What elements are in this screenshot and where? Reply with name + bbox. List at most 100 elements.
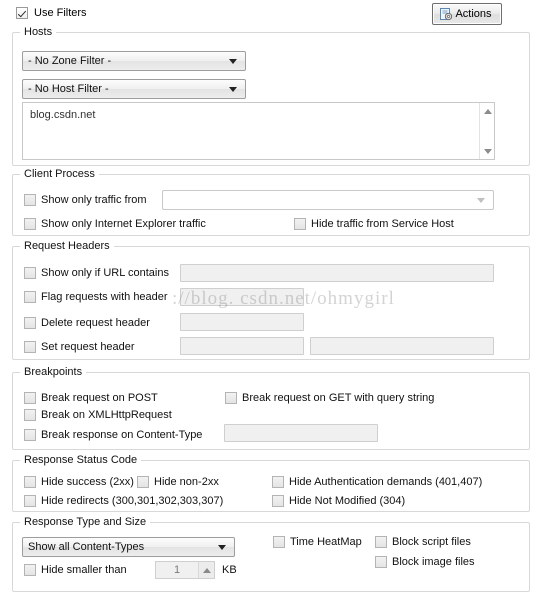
hide-authentication-demands-checkbox[interactable]: Hide Authentication demands (401,407) bbox=[272, 476, 482, 488]
chevron-down-icon bbox=[477, 197, 485, 203]
flag-requests-with-header-checkbox[interactable]: Flag requests with header bbox=[24, 291, 168, 303]
checkbox-box-break-xhr[interactable] bbox=[24, 409, 36, 421]
checkbox-box-break-content-type[interactable] bbox=[24, 429, 36, 441]
zone-filter-value: - No Zone Filter - bbox=[28, 55, 112, 67]
chevron-down-icon bbox=[229, 58, 237, 64]
client-process-group-caption: Client Process bbox=[20, 168, 99, 180]
spinner-buttons[interactable] bbox=[198, 562, 214, 578]
hide-smaller-label: Hide smaller than bbox=[41, 564, 127, 576]
scrollbar-down-icon[interactable] bbox=[480, 144, 495, 158]
break-response-on-content-type-checkbox[interactable]: Break response on Content-Type bbox=[24, 429, 202, 441]
document-gear-icon bbox=[440, 7, 453, 21]
hide-smaller-value: 1 bbox=[173, 564, 181, 576]
hide-smaller-unit-label: KB bbox=[222, 564, 237, 576]
checkbox-box-hide-success[interactable] bbox=[24, 476, 36, 488]
hide-redirects-checkbox[interactable]: Hide redirects (300,301,302,303,307) bbox=[24, 495, 223, 507]
content-types-combo[interactable]: Show all Content-Types bbox=[22, 537, 235, 557]
hide-service-host-checkbox[interactable]: Hide traffic from Service Host bbox=[294, 218, 454, 230]
hide-non2xx-label: Hide non-2xx bbox=[154, 476, 219, 488]
set-header-label: Set request header bbox=[41, 341, 135, 353]
host-list-scrollbar[interactable] bbox=[479, 103, 494, 159]
hide-not-modified-checkbox[interactable]: Hide Not Modified (304) bbox=[272, 495, 405, 507]
hide-redirects-label: Hide redirects (300,301,302,303,307) bbox=[41, 495, 224, 507]
checkbox-box-break-get[interactable] bbox=[225, 392, 237, 404]
client-process-combo[interactable] bbox=[162, 190, 494, 210]
delete-header-input[interactable] bbox=[180, 313, 304, 331]
checkbox-box-hide-auth[interactable] bbox=[272, 476, 284, 488]
block-script-label: Block script files bbox=[392, 536, 471, 548]
hide-service-host-label: Hide traffic from Service Host bbox=[311, 218, 454, 230]
host-list-textbox[interactable]: blog.csdn.net bbox=[22, 102, 495, 160]
hide-smaller-spinner[interactable]: 1 bbox=[155, 561, 215, 579]
host-filter-combo[interactable]: - No Host Filter - bbox=[22, 79, 246, 99]
hosts-group-caption: Hosts bbox=[20, 26, 57, 38]
use-filters-label: Use Filters bbox=[34, 7, 87, 19]
response-status-group-caption: Response Status Code bbox=[20, 454, 142, 466]
break-content-type-input[interactable] bbox=[224, 424, 378, 442]
checkbox-box-flag-requests[interactable] bbox=[24, 291, 36, 303]
set-header-name-input[interactable] bbox=[180, 337, 304, 355]
scrollbar-up-icon[interactable] bbox=[480, 104, 495, 118]
content-types-value: Show all Content-Types bbox=[28, 541, 145, 553]
filters-panel: Use Filters Actions Hosts - No Zone Filt… bbox=[0, 0, 542, 592]
hide-success-checkbox[interactable]: Hide success (2xx) bbox=[24, 476, 134, 488]
show-only-if-url-contains-checkbox[interactable]: Show only if URL contains bbox=[24, 267, 169, 279]
break-xhr-label: Break on XMLHttpRequest bbox=[41, 409, 172, 421]
host-list-value: blog.csdn.net bbox=[30, 109, 96, 121]
hide-not-modified-label: Hide Not Modified (304) bbox=[289, 495, 406, 507]
show-only-url-input[interactable] bbox=[180, 264, 494, 282]
checkbox-box-hide-non2xx[interactable] bbox=[137, 476, 149, 488]
use-filters-checkbox[interactable]: Use Filters bbox=[16, 7, 87, 19]
checkbox-box-delete-header[interactable] bbox=[24, 317, 36, 329]
zone-filter-combo[interactable]: - No Zone Filter - bbox=[22, 51, 246, 71]
checkbox-box-set-header[interactable] bbox=[24, 341, 36, 353]
checkbox-box-use-filters[interactable] bbox=[16, 7, 28, 19]
checkbox-box-block-script[interactable] bbox=[375, 536, 387, 548]
request-headers-group-caption: Request Headers bbox=[20, 240, 114, 252]
break-get-label: Break request on GET with query string bbox=[242, 392, 435, 404]
hide-non-2xx-checkbox[interactable]: Hide non-2xx bbox=[137, 476, 219, 488]
break-request-on-post-checkbox[interactable]: Break request on POST bbox=[24, 392, 158, 404]
top-toolbar: Use Filters Actions bbox=[0, 0, 542, 26]
block-image-files-checkbox[interactable]: Block image files bbox=[375, 556, 475, 568]
hide-smaller-than-checkbox[interactable]: Hide smaller than bbox=[24, 564, 127, 576]
break-on-xhr-checkbox[interactable]: Break on XMLHttpRequest bbox=[24, 409, 172, 421]
set-request-header-checkbox[interactable]: Set request header bbox=[24, 341, 135, 353]
checkbox-box-hide-smaller[interactable] bbox=[24, 564, 36, 576]
block-script-files-checkbox[interactable]: Block script files bbox=[375, 536, 471, 548]
breakpoints-group-caption: Breakpoints bbox=[20, 366, 87, 378]
checkbox-box-hide-redirects[interactable] bbox=[24, 495, 36, 507]
checkbox-box-hide-not-modified[interactable] bbox=[272, 495, 284, 507]
actions-button[interactable]: Actions bbox=[432, 3, 502, 25]
hide-auth-label: Hide Authentication demands (401,407) bbox=[289, 476, 483, 488]
show-only-traffic-from-label: Show only traffic from bbox=[41, 194, 147, 206]
time-heatmap-label: Time HeatMap bbox=[290, 536, 362, 548]
checkbox-box-time-heatmap[interactable] bbox=[273, 536, 285, 548]
checkbox-box-show-only-url[interactable] bbox=[24, 267, 36, 279]
block-image-label: Block image files bbox=[392, 556, 475, 568]
checkbox-box-show-only-traffic-from[interactable] bbox=[24, 194, 36, 206]
break-content-type-label: Break response on Content-Type bbox=[41, 429, 203, 441]
show-only-ie-label: Show only Internet Explorer traffic bbox=[41, 218, 206, 230]
delete-header-label: Delete request header bbox=[41, 317, 150, 329]
host-filter-value: - No Host Filter - bbox=[28, 83, 109, 95]
time-heatmap-checkbox[interactable]: Time HeatMap bbox=[273, 536, 362, 548]
break-post-label: Break request on POST bbox=[41, 392, 158, 404]
spinner-up-icon[interactable] bbox=[202, 567, 211, 573]
flag-requests-input[interactable] bbox=[180, 288, 304, 306]
show-only-traffic-from-checkbox[interactable]: Show only traffic from bbox=[24, 194, 147, 206]
flag-requests-label: Flag requests with header bbox=[41, 291, 168, 303]
hide-success-label: Hide success (2xx) bbox=[41, 476, 134, 488]
show-only-ie-traffic-checkbox[interactable]: Show only Internet Explorer traffic bbox=[24, 218, 206, 230]
break-request-on-get-checkbox[interactable]: Break request on GET with query string bbox=[225, 392, 434, 404]
actions-button-label: Actions bbox=[455, 8, 492, 20]
checkbox-box-hide-service-host[interactable] bbox=[294, 218, 306, 230]
checkbox-box-block-image[interactable] bbox=[375, 556, 387, 568]
chevron-down-icon bbox=[218, 544, 226, 550]
chevron-down-icon bbox=[229, 86, 237, 92]
checkbox-box-show-only-ie[interactable] bbox=[24, 218, 36, 230]
checkbox-box-break-post[interactable] bbox=[24, 392, 36, 404]
set-header-value-input[interactable] bbox=[310, 337, 494, 355]
delete-request-header-checkbox[interactable]: Delete request header bbox=[24, 317, 150, 329]
response-type-group-caption: Response Type and Size bbox=[20, 516, 151, 528]
